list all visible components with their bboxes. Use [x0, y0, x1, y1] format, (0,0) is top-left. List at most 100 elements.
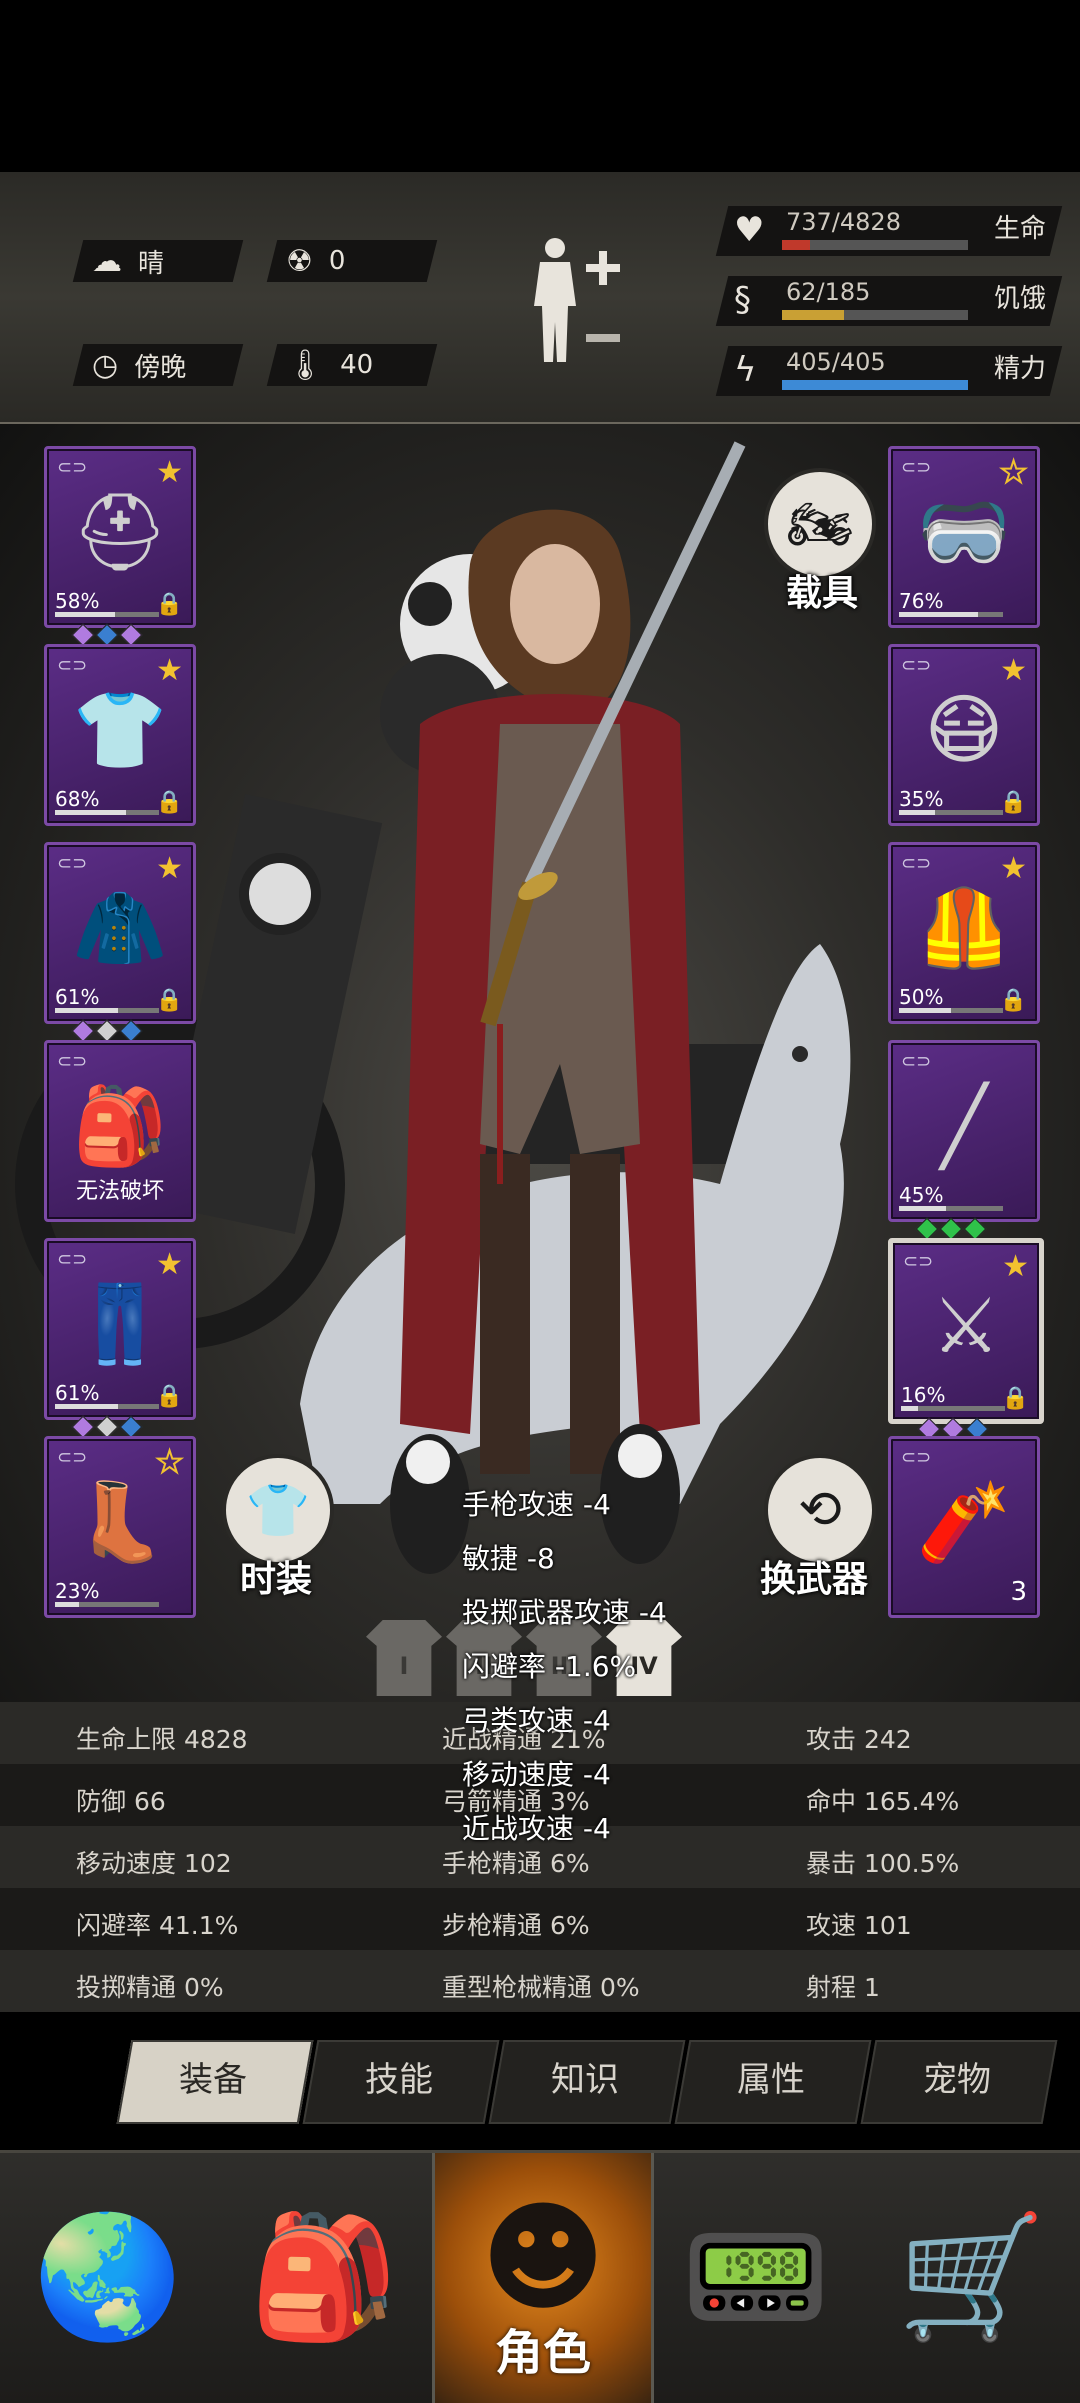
- vital-value: 62/185: [786, 278, 871, 306]
- katana-icon: ⚔: [931, 1281, 1001, 1370]
- temperature-value: 40: [340, 350, 374, 380]
- stat-value: 命中 165.4%: [806, 1787, 960, 1816]
- link-icon: ⊂⊃: [57, 1447, 88, 1468]
- equipment-slot-gas-mask[interactable]: ⊂⊃ ★ 😷 35% 🔒: [888, 644, 1040, 826]
- gas-mask-icon: 😷: [924, 685, 1004, 774]
- lock-icon: 🔒: [999, 988, 1027, 1013]
- durability-bar-fill: [899, 1008, 951, 1013]
- character-tabs: 装备 技能 知识 属性 宠物: [110, 2040, 1060, 2124]
- nav-radio[interactable]: 📟: [648, 2153, 864, 2403]
- durability-bar-fill: [55, 1008, 119, 1013]
- nav-character-head[interactable]: ☻ 角色: [432, 2153, 654, 2403]
- equipment-slot-rifle[interactable]: ⊂⊃ ╱ 45%: [888, 1040, 1040, 1241]
- link-icon: ⊂⊃: [903, 1251, 934, 1272]
- body-plus-minus-icon[interactable]: [520, 234, 630, 364]
- equipment-slot-vest[interactable]: ⊂⊃ ★ 🦺 50% 🔒: [888, 842, 1040, 1024]
- equipment-slot-katana[interactable]: ⊂⊃ ★ ⚔ 16% 🔒: [888, 1238, 1044, 1441]
- stat-change-tooltip: 手枪攻速 -4 敏捷 -8 投掷武器攻速 -4 闪避率 -1.6% 弓类攻速 -4 移动速…: [462, 1478, 722, 1856]
- gem-socket: [95, 1019, 119, 1043]
- durability-bar-fill: [55, 612, 116, 617]
- unbreakable-label: 无法破坏: [75, 1179, 164, 1204]
- tshirt-icon: 👕: [245, 1480, 311, 1541]
- durability-value: 23%: [55, 1579, 100, 1603]
- tab-1[interactable]: 装备: [124, 2040, 302, 2120]
- stat-value: 射程 1: [806, 1973, 880, 2002]
- link-icon: ⊂⊃: [57, 853, 88, 874]
- stat-value: 投掷精通 0%: [76, 1973, 224, 2002]
- equipment-slot-shirt[interactable]: ⊂⊃ ★ 👕 68% 🔒: [44, 644, 196, 826]
- vital-name: 生命: [994, 214, 1047, 244]
- stat-value: 移动速度 102: [76, 1849, 232, 1878]
- link-icon: ⊂⊃: [901, 1447, 932, 1468]
- durability-bar: [899, 612, 1003, 617]
- tab-5[interactable]: 宠物: [868, 2040, 1046, 2120]
- clock-icon: ◷: [92, 347, 119, 383]
- time-of-day: ◷ 傍晚: [92, 344, 186, 386]
- gem-sockets: [71, 1415, 143, 1439]
- lock-icon: 🔒: [999, 790, 1027, 815]
- goggles-icon: 🥽: [916, 487, 1012, 576]
- time-label: 傍晚: [134, 352, 187, 383]
- status-header: ☁ 晴 ☢ 0 ◷ 傍晚 🌡 40 ♥ 737/4828 生命 § 62/185 饥饿 ϟ 4…: [0, 172, 1080, 424]
- nav-backpack[interactable]: 🎒: [216, 2153, 432, 2403]
- tooltip-line: 近战攻速 -4: [462, 1812, 611, 1845]
- outfit-preset-1[interactable]: I: [366, 1620, 442, 1696]
- equipment-slot-boots[interactable]: ⊂⊃ ★ 👢 23%: [44, 1436, 196, 1618]
- equipment-slot-helmet[interactable]: ⊂⊃ ★ ⛑ 58% 🔒: [44, 446, 196, 647]
- outfit-preset-label: I: [399, 1652, 409, 1680]
- vital-name: 精力: [994, 354, 1047, 384]
- weather-label: 晴: [138, 248, 165, 279]
- equipment-slot-jacket[interactable]: ⊂⊃ ★ 🧥 61% 🔒: [44, 842, 196, 1043]
- link-icon: ⊂⊃: [57, 655, 88, 676]
- stat-value: 步枪精通 6%: [442, 1911, 590, 1940]
- lock-icon: 🔒: [1001, 1386, 1029, 1411]
- tooltip-line: 弓类攻速 -4: [462, 1704, 611, 1737]
- durability-bar-fill: [55, 810, 126, 815]
- vital-name: 饥饿: [994, 284, 1047, 314]
- durability-bar: [55, 1008, 159, 1013]
- stat-value: 攻击 242: [806, 1725, 912, 1754]
- rifle-icon: ╱: [941, 1081, 987, 1170]
- equipment-slot-backpack[interactable]: ⊂⊃ 🎒 无法破坏: [44, 1040, 196, 1222]
- nav-globe[interactable]: 🌏: [0, 2153, 216, 2403]
- tooltip-line: 敏捷 -8: [462, 1542, 555, 1575]
- stats-row: 闪避率 41.1% 步枪精通 6% 攻速 101: [0, 1888, 1080, 1950]
- tooltip-line: 闪避率 -1.6%: [462, 1650, 637, 1683]
- radiation: ☢ 0: [286, 240, 345, 282]
- backpack-icon: 🎒: [249, 2208, 399, 2347]
- helmet-icon: ⛑: [71, 487, 169, 576]
- pants-icon: 👖: [72, 1279, 168, 1368]
- vital-bar: [782, 380, 968, 390]
- vital-bar-fill: [782, 240, 811, 250]
- tab-3[interactable]: 知识: [496, 2040, 674, 2120]
- dynamite-icon: 🧨: [916, 1477, 1012, 1566]
- gem-sockets: [71, 1019, 143, 1043]
- globe-icon: 🌏: [33, 2208, 183, 2347]
- durability-bar: [55, 1404, 159, 1409]
- durability-bar-fill: [55, 1602, 79, 1607]
- durability-bar: [899, 1008, 1003, 1013]
- weather: ☁ 晴: [92, 240, 164, 282]
- shirt-icon: 👕: [72, 685, 168, 774]
- vital-bar-fill: [782, 380, 968, 390]
- stat-value: 攻速 101: [806, 1911, 912, 1940]
- equipment-slot-dynamite[interactable]: ⊂⊃ 🧨 3: [888, 1436, 1040, 1618]
- lock-icon: 🔒: [155, 592, 183, 617]
- equipment-slot-pants[interactable]: ⊂⊃ ★ 👖 61% 🔒: [44, 1238, 196, 1439]
- tab-4[interactable]: 属性: [682, 2040, 860, 2120]
- link-icon: ⊂⊃: [57, 1249, 88, 1270]
- durability-value: 45%: [899, 1183, 944, 1207]
- durability-value: 16%: [901, 1383, 946, 1407]
- link-icon: ⊂⊃: [57, 457, 88, 478]
- durability-value: 35%: [899, 787, 944, 811]
- durability-bar-fill: [55, 1404, 119, 1409]
- cart-icon: 🛒: [897, 2208, 1047, 2347]
- energy-head-icon: ϟ: [734, 350, 757, 390]
- swap-arrows-icon: ⟲: [798, 1480, 842, 1540]
- nav-cart[interactable]: 🛒: [864, 2153, 1080, 2403]
- temperature: 🌡 40: [286, 344, 373, 386]
- equipment-slot-goggles[interactable]: ⊂⊃ ★ 🥽 76%: [888, 446, 1040, 628]
- tab-2[interactable]: 技能: [310, 2040, 488, 2120]
- gem-socket: [963, 1217, 987, 1241]
- durability-value: 61%: [55, 1381, 100, 1405]
